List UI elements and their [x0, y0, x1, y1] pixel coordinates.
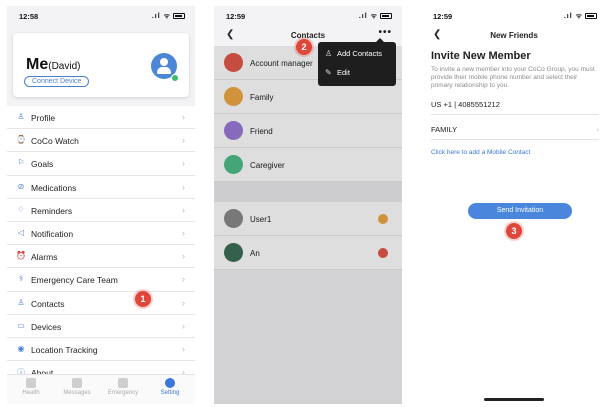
- step-badge-2: 2: [296, 39, 312, 55]
- bell-icon: ♢: [17, 204, 25, 214]
- status-bar: 12:58 .ıl ᯤ: [7, 6, 195, 26]
- tab-messages[interactable]: Messages: [57, 378, 97, 396]
- chevron-right-icon: ›: [596, 125, 600, 134]
- invite-description: To invite a new member into your CoCo Gr…: [431, 66, 595, 89]
- chevron-right-icon: ›: [182, 135, 185, 146]
- menu-item-location-tracking[interactable]: ◉ Location Tracking ›: [7, 337, 195, 362]
- invite-heading: Invite New Member: [431, 50, 531, 62]
- new-friends-screen: 12:59 .ıl ᯤ ❮ New Friends Invite New Mem…: [421, 6, 607, 404]
- menu-item-reminders[interactable]: ♢ Reminders ›: [7, 198, 195, 222]
- menu-item-notification[interactable]: ◁ Notification ›: [7, 221, 195, 246]
- emergency-icon: [118, 378, 128, 388]
- online-status-icon: [171, 74, 179, 82]
- chevron-right-icon: ›: [182, 274, 185, 285]
- tab-bar: Health Messages Emergency Setting: [7, 374, 195, 404]
- gear-icon: [165, 378, 175, 388]
- contacts-icon: ♙: [17, 297, 25, 307]
- tab-setting[interactable]: Setting: [150, 378, 190, 396]
- invite-form: Invite New Member To invite a new member…: [431, 50, 599, 156]
- chevron-right-icon: ›: [182, 227, 185, 238]
- menu-item-goals[interactable]: ⚐ Goals ›: [7, 152, 195, 176]
- menu-item-devices[interactable]: ▭ Devices ›: [7, 314, 195, 338]
- status-time: 12:59: [226, 12, 246, 21]
- relationship-select[interactable]: FAMILY ›: [431, 125, 599, 140]
- status-bar: 12:59 .ıl ᯤ: [421, 6, 607, 26]
- add-contacts-menu-item[interactable]: ♙ Add Contacts: [325, 45, 382, 63]
- edit-icon: ✎: [325, 68, 332, 77]
- status-time: 12:59: [433, 12, 453, 21]
- status-bar: 12:59 .ıl ᯤ: [214, 6, 402, 26]
- megaphone-icon: ◁: [17, 227, 25, 237]
- tab-health[interactable]: Health: [11, 378, 51, 396]
- add-mobile-contact-link[interactable]: Click here to add a Mobile Contact: [431, 149, 599, 156]
- profile-card[interactable]: Me(David) Connect Device: [13, 33, 189, 97]
- add-person-icon: ♙: [325, 49, 333, 58]
- chevron-right-icon: ›: [182, 297, 185, 308]
- menu-item-emergency-care-team[interactable]: ⚕ Emergency Care Team ›: [7, 268, 195, 292]
- menu-item-alarms[interactable]: ⏰ Alarms ›: [7, 245, 195, 269]
- menu-item-medications[interactable]: ⊘ Medications ›: [7, 175, 195, 199]
- messages-icon: [72, 378, 82, 388]
- options-popup-menu: ♙ Add Contacts ✎ Edit: [318, 38, 396, 86]
- chevron-right-icon: ›: [182, 251, 185, 262]
- menu-item-coco-watch[interactable]: ⌚ CoCo Watch ›: [7, 129, 195, 153]
- edit-menu-item[interactable]: ✎ Edit: [325, 64, 350, 82]
- chevron-right-icon: ›: [182, 112, 185, 122]
- chevron-right-icon: ›: [182, 181, 185, 192]
- signal-wifi-battery-icon: .ıl ᯤ: [152, 12, 185, 21]
- phone-number-field[interactable]: US +1 | 4085551212: [431, 100, 599, 115]
- tab-emergency[interactable]: Emergency: [103, 378, 143, 396]
- send-invitation-button[interactable]: Send Invitation: [468, 203, 572, 219]
- connect-device-button[interactable]: Connect Device: [24, 76, 90, 87]
- page-title: New Friends: [490, 31, 538, 40]
- step-badge-3: 3: [506, 223, 522, 239]
- page-title: Contacts: [290, 31, 326, 40]
- chevron-right-icon: ›: [182, 204, 185, 215]
- health-icon: [26, 378, 36, 388]
- pill-icon: ⊘: [17, 181, 25, 191]
- dim-overlay[interactable]: [214, 46, 402, 404]
- chevron-right-icon: ›: [182, 343, 185, 354]
- nav-bar: ❮ New Friends: [421, 26, 607, 46]
- chevron-right-icon: ›: [182, 320, 185, 331]
- step-badge-1: 1: [135, 291, 151, 307]
- devices-icon: ▭: [17, 320, 25, 330]
- person-icon: ♙: [17, 112, 25, 121]
- settings-screen: 12:58 .ıl ᯤ Me(David) Connect Device ♙ Pr…: [7, 6, 195, 404]
- more-options-icon[interactable]: •••: [378, 27, 392, 38]
- chevron-right-icon: ›: [182, 158, 185, 169]
- contacts-screen: 12:59 .ıl ᯤ ❮ Contacts ••• Account manag…: [214, 6, 402, 404]
- signal-wifi-battery-icon: .ıl ᯤ: [564, 12, 597, 21]
- menu-item-profile[interactable]: ♙ Profile ›: [7, 106, 195, 130]
- profile-name: Me(David): [26, 56, 81, 73]
- pin-icon: ◉: [17, 343, 25, 353]
- signal-wifi-battery-icon: .ıl ᯤ: [359, 12, 392, 21]
- flag-icon: ⚐: [17, 158, 25, 168]
- settings-menu: ♙ Profile › ⌚ CoCo Watch › ⚐ Goals › ⊘ Medicati…: [7, 106, 195, 385]
- status-time: 12:58: [19, 12, 39, 21]
- watch-icon: ⌚: [16, 135, 26, 145]
- menu-item-contacts[interactable]: ♙ Contacts ›: [7, 291, 195, 315]
- team-icon: ⚕: [18, 274, 24, 284]
- home-indicator: [484, 398, 544, 401]
- alarm-icon: ⏰: [16, 251, 26, 261]
